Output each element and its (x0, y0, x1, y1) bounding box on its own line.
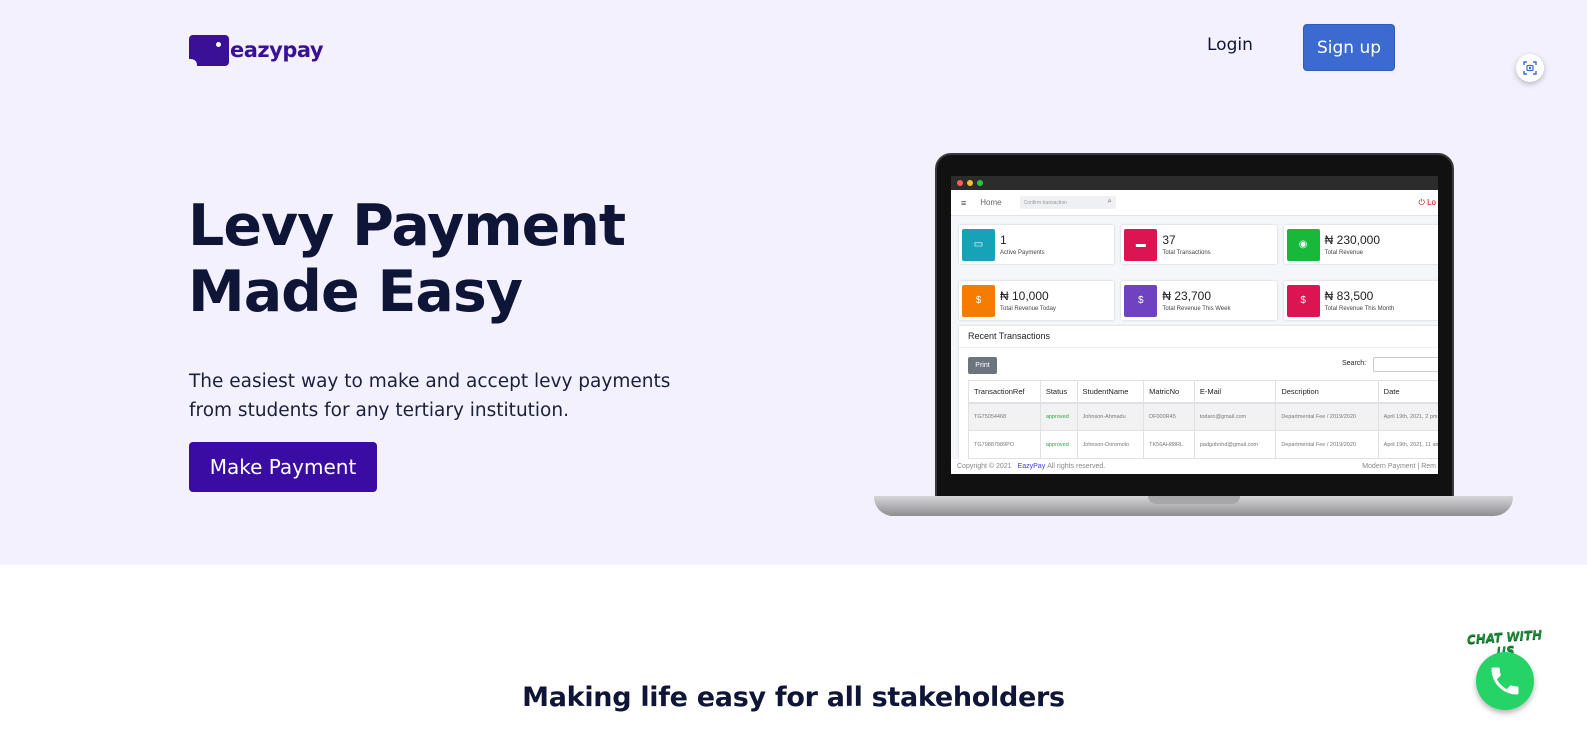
stat-card: $ ₦ 23,700 Total Revenue This Week (1121, 281, 1277, 320)
stat-label: Active Payments (1000, 250, 1045, 256)
search-placeholder: Confirm transaction (1023, 199, 1067, 206)
stat-value: ₦ 83,500 (1324, 289, 1374, 303)
stat-card: ◉ ₦ 230,000 Total Revenue (1283, 225, 1438, 264)
card-icon: ▬ (1124, 228, 1158, 261)
table-cell: April 19th, 2021, 11 am (1377, 430, 1438, 459)
footer-rights: All rights reserved. (1047, 463, 1106, 470)
stats-row-2: $ ₦ 10,000 Total Revenue Today $ ₦ 23,70… (959, 281, 1438, 320)
table-header-row: TransactionRef Status StudentName Matric… (968, 380, 1438, 404)
section-title: Making life easy for all stakeholders (522, 682, 1065, 713)
column-header: MatricNo (1143, 380, 1195, 404)
recent-transactions-panel: Recent Transactions Print Search: Transa… (959, 326, 1438, 466)
stat-label: Total Transactions (1162, 250, 1211, 256)
stat-label: Total Revenue Today (1000, 306, 1056, 312)
table-cell: Departmental Fee / 2019/2020 (1275, 402, 1379, 431)
stat-value: ₦ 10,000 (1000, 289, 1049, 303)
make-payment-button[interactable]: Make Payment (189, 442, 377, 492)
dashboard-navbar: ≡ Home Confirm transaction ⌕ ⏻ Lo (951, 190, 1438, 216)
table-cell: DF000R45 (1143, 402, 1195, 431)
table-cell: April 19th, 2021, 2 pm (1377, 402, 1438, 431)
stat-value: ₦ 23,700 (1162, 289, 1212, 303)
wallet-logo-icon (189, 34, 229, 67)
stat-label: Total Revenue This Month (1324, 306, 1395, 312)
bill-icon: $ (1286, 284, 1320, 317)
stat-card: ▭ 1 Active Payments (959, 225, 1115, 264)
column-header: Date (1377, 380, 1438, 404)
wallet-icon: ▭ (962, 228, 995, 261)
recent-transactions-title: Recent Transactions (959, 326, 1438, 348)
phone-icon (1491, 667, 1519, 695)
table-cell: TG79887989PO (968, 430, 1041, 459)
table-search-input (1373, 357, 1438, 372)
stat-value: 1 (1000, 233, 1007, 247)
footer-right: Modern Payment | Rem (1362, 463, 1436, 470)
laptop-notch (1148, 496, 1240, 504)
hero-subtitle: The easiest way to make and accept levy … (189, 371, 671, 421)
search-icon: ⌕ (1107, 198, 1112, 205)
stat-card: $ ₦ 10,000 Total Revenue Today (959, 281, 1115, 320)
stat-card: ▬ 37 Total Transactions (1121, 225, 1277, 264)
stat-value: 37 (1162, 233, 1176, 247)
signup-button[interactable]: Sign up (1303, 24, 1395, 71)
login-link[interactable]: Login (1207, 35, 1253, 55)
table-cell: TK56AH88RL (1143, 430, 1195, 459)
stat-label: Total Revenue This Week (1162, 306, 1231, 312)
stats-row-1: ▭ 1 Active Payments ▬ 37 Total Transacti… (959, 225, 1438, 264)
table-search-label: Search: (1342, 360, 1367, 367)
table-cell: todaro@gmail.com (1193, 402, 1277, 431)
column-header: StudentName (1076, 380, 1145, 404)
eazypay-logo[interactable]: eazypay (189, 34, 324, 67)
table-cell: TG75054468 (968, 402, 1041, 431)
status-cell: approved (1039, 430, 1078, 459)
dashboard-screenshot: ≡ Home Confirm transaction ⌕ ⏻ Lo ▭ 1 Ac… (951, 176, 1438, 474)
bill-icon: $ (1124, 284, 1158, 317)
minimize-dot-icon (967, 180, 973, 186)
coins-icon: ◉ (1286, 228, 1320, 261)
stat-card: $ ₦ 83,500 Total Revenue This Month (1283, 281, 1438, 320)
print-button: Print (968, 357, 997, 374)
logo-text: eazypay (230, 38, 324, 62)
table-cell: padgobnhd@gmail.com (1193, 430, 1277, 459)
column-header: E-Mail (1193, 380, 1277, 404)
hero-title-line1: Levy Payment (188, 193, 626, 259)
logout-link: ⏻ Lo (1418, 198, 1436, 207)
maximize-dot-icon (977, 180, 983, 186)
bill-icon: $ (962, 284, 995, 317)
table-cell: Johnson-Doromolo (1076, 430, 1145, 459)
table-cell: Departmental Fee / 2019/2020 (1275, 430, 1379, 459)
whatsapp-chat-widget[interactable]: CHAT WITH US (1462, 627, 1548, 720)
hero-title: Levy Payment Made Easy (188, 193, 748, 325)
column-header: Status (1039, 380, 1078, 404)
screenshot-tool-button[interactable] (1516, 54, 1544, 82)
column-header: TransactionRef (968, 380, 1041, 404)
capture-icon (1523, 61, 1537, 75)
table-row: TG75054468 approved Johnson-Ahmadu DF000… (968, 402, 1438, 431)
footer-brand: EazyPay (1017, 463, 1046, 470)
stat-value: ₦ 230,000 (1324, 233, 1381, 247)
status-cell: approved (1039, 402, 1078, 431)
transactions-table: TransactionRef Status StudentName Matric… (968, 380, 1438, 459)
dashboard-search: Confirm transaction ⌕ (1019, 196, 1116, 209)
hero-title-line2: Made Easy (188, 259, 523, 325)
column-header: Description (1275, 380, 1379, 404)
table-row: TG79887989PO approved Johnson-Doromolo T… (968, 430, 1438, 459)
logout-label: Lo (1427, 198, 1436, 207)
dashboard-footer: Copyright © 2021 EazyPay All rights rese… (951, 459, 1438, 474)
footer-copyright: Copyright © 2021 (957, 463, 1012, 470)
browser-bar (951, 176, 1438, 190)
whatsapp-icon[interactable] (1476, 652, 1534, 710)
nav-home: Home (980, 198, 1002, 207)
hamburger-icon: ≡ (961, 197, 967, 208)
table-cell: Johnson-Ahmadu (1076, 402, 1145, 431)
close-dot-icon (957, 180, 963, 186)
stat-label: Total Revenue (1324, 250, 1364, 256)
